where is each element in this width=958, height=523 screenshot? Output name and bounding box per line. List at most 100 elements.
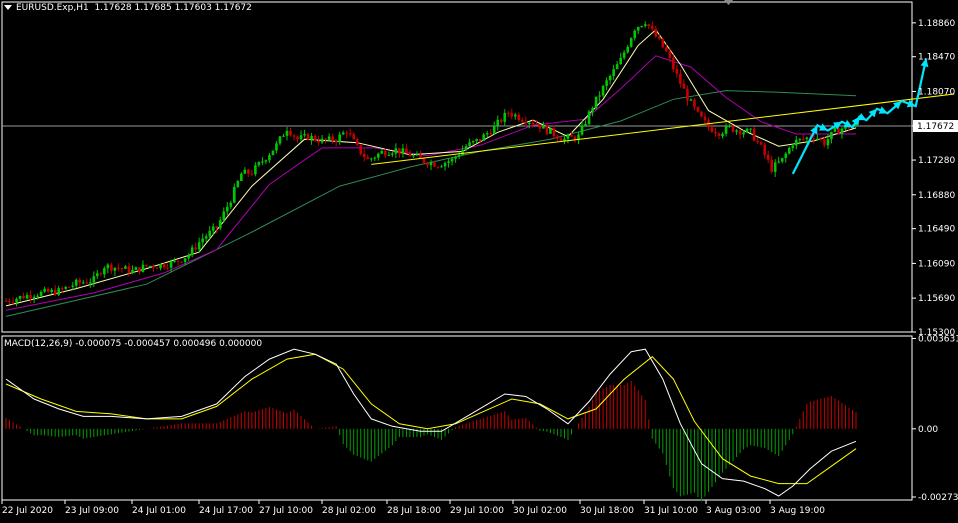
candle-body (703, 116, 707, 121)
candle-body (176, 260, 180, 262)
candle-body (443, 162, 447, 167)
candle-body (615, 64, 619, 70)
candle-body (461, 149, 464, 156)
candle-body (405, 148, 408, 153)
candle-body (320, 138, 324, 143)
candle-body (545, 125, 549, 134)
candle-body (626, 46, 629, 53)
candle-body (183, 258, 187, 262)
candle-body (369, 158, 373, 160)
candle-body (531, 122, 535, 125)
candle-body (141, 264, 145, 272)
time-tick-label: 28 Jul 02:00 (322, 506, 376, 516)
candle-body (103, 268, 106, 275)
candle-body (187, 255, 190, 259)
candle-body (278, 136, 282, 144)
collapse-triangle-icon[interactable] (4, 5, 12, 10)
candle-body (756, 140, 759, 143)
candle-body (145, 264, 148, 267)
candle-body (412, 155, 415, 157)
candle-body (591, 108, 594, 112)
candle-body (85, 282, 89, 284)
candle-body (338, 134, 341, 143)
forecast-path (791, 58, 928, 175)
candle-body (92, 276, 96, 283)
candle-body (419, 154, 422, 158)
candle-body (686, 88, 689, 101)
candle-body (57, 288, 60, 295)
time-tick-label: 3 Aug 19:00 (770, 506, 825, 516)
candle-body (489, 133, 493, 135)
candle-body (264, 160, 268, 162)
candle-body (25, 295, 29, 299)
time-tick-label: 30 Jul 02:00 (513, 506, 567, 516)
candle-body (299, 135, 303, 140)
candle-body (612, 69, 615, 76)
candle-body (208, 230, 212, 237)
candle-body (99, 273, 103, 275)
candle-body (201, 238, 204, 243)
candle-body (605, 80, 608, 86)
candle-body (665, 47, 668, 52)
candle-body (394, 148, 398, 154)
candle-body (538, 124, 542, 129)
candle-body (830, 131, 833, 140)
candle-body (447, 161, 450, 163)
candle-body (503, 112, 507, 122)
candle-body (218, 220, 222, 229)
chart-canvas[interactable]: 1.18860 1.18470 1.18070 1.17672 1.17280 1.168… (0, 0, 958, 519)
candle-body (50, 289, 53, 292)
candle-body (341, 132, 345, 135)
time-tick-label: 22 Jul 2020 (2, 506, 53, 516)
candle-body (254, 165, 257, 175)
candle-body (352, 134, 356, 140)
candle-body (745, 128, 749, 133)
candle-body (482, 134, 485, 141)
candle-body (415, 154, 419, 156)
candle-body (148, 265, 152, 267)
candle-body (345, 132, 349, 134)
candle-body (584, 123, 587, 126)
candle-body (236, 180, 240, 187)
candle-body (714, 131, 717, 134)
candle-body (499, 119, 503, 122)
candle-body (468, 142, 471, 147)
candle-body (110, 264, 113, 271)
candle-body (377, 153, 380, 158)
candle-body (643, 24, 647, 26)
candle-body (749, 128, 752, 130)
candle-body (517, 114, 521, 121)
candle-body (682, 83, 686, 89)
candle-body (819, 138, 823, 140)
candle-body (359, 144, 363, 154)
candle-body (96, 273, 99, 277)
chart-window[interactable]: 1.18860 1.18470 1.18070 1.17672 1.17280 1.168… (0, 0, 958, 519)
macd-main-line (5, 348, 857, 497)
candle-body (113, 267, 117, 271)
candle-body (366, 157, 370, 160)
candle-body (296, 136, 299, 140)
candle-body (492, 125, 496, 134)
macd-panel-header: MACD(12,26,9) -0.000075 -0.000457 0.0004… (4, 339, 262, 349)
candle-body (647, 24, 651, 27)
candle-body (668, 51, 672, 58)
candle-body (331, 136, 334, 141)
candle-body (826, 139, 830, 146)
candle-body (204, 236, 208, 239)
candle-body (362, 153, 366, 158)
time-tick-label: 24 Jul 17:00 (199, 506, 253, 516)
macd-tick-label: -0.002739 (918, 493, 958, 503)
candle-body (303, 133, 306, 136)
candle-body (120, 268, 124, 270)
macd-tick-label: 0.003631 (918, 334, 958, 344)
candle-body (436, 166, 440, 168)
candle-body (485, 133, 489, 135)
candle-body (570, 135, 573, 137)
candle-body (64, 286, 68, 289)
ma-slow-line (5, 90, 857, 317)
time-tick-label: 23 Jul 09:00 (65, 506, 119, 516)
candle-body (721, 133, 724, 137)
time-tick-label: 29 Jul 10:00 (450, 506, 504, 516)
candle-body (429, 162, 433, 166)
candle-body (53, 289, 57, 295)
